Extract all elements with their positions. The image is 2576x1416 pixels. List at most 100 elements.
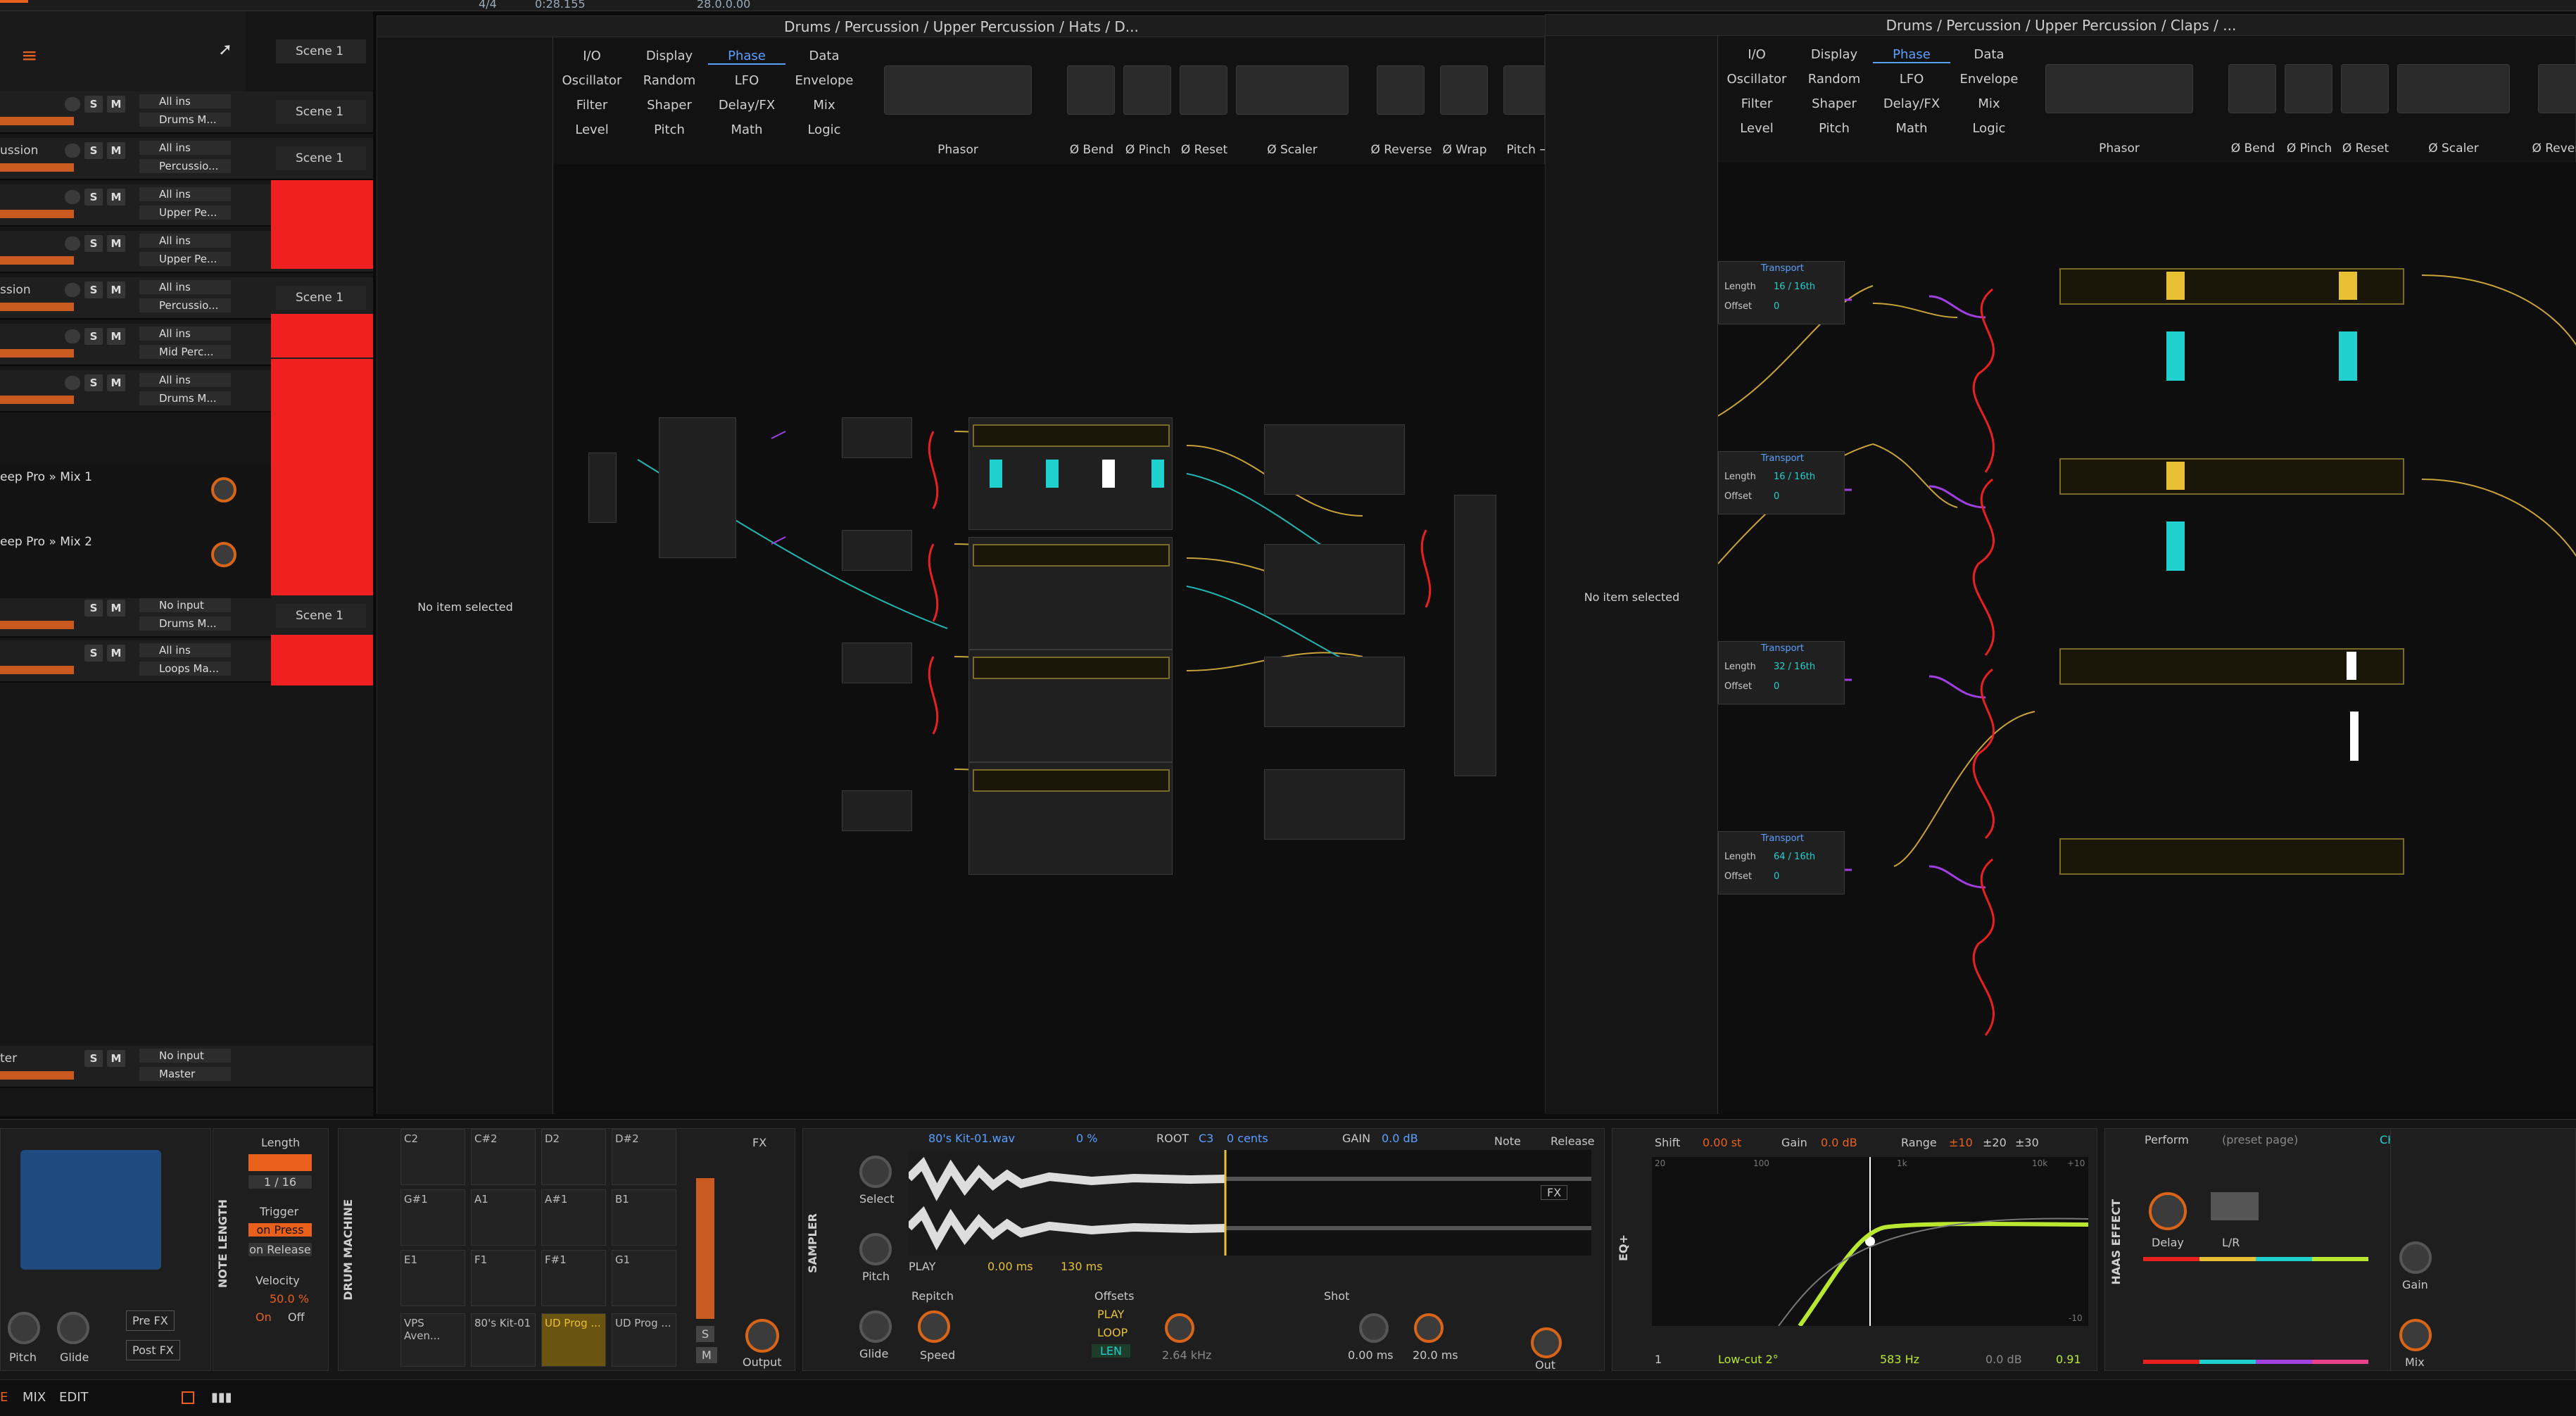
menu-icon[interactable]: ≡: [21, 44, 37, 67]
solo-button[interactable]: S: [84, 328, 103, 345]
scene-launcher[interactable]: Scene 1: [276, 39, 366, 63]
module-thumbnail[interactable]: [2228, 64, 2276, 113]
sample-file[interactable]: 80's Kit-01.wav: [928, 1132, 1015, 1145]
on-press-button[interactable]: on Press: [248, 1223, 312, 1237]
master-output[interactable]: Master: [139, 1067, 231, 1081]
transport-block[interactable]: Transport Length 16 / 16th Offset 0: [1718, 261, 1845, 324]
step-row[interactable]: [973, 657, 1170, 679]
offset-value[interactable]: 0: [1774, 871, 1779, 882]
category-tab[interactable]: Mix: [785, 98, 863, 113]
step-row[interactable]: [973, 769, 1170, 792]
release-tab[interactable]: Release: [1551, 1134, 1595, 1148]
filter-freq-knob[interactable]: [1165, 1313, 1194, 1343]
drum-pad[interactable]: A1: [471, 1189, 536, 1246]
output-block[interactable]: [1454, 495, 1496, 776]
gain-knob[interactable]: [2399, 1241, 2432, 1274]
drum-pad[interactable]: D#2: [612, 1129, 676, 1185]
pre-fx-button[interactable]: Pre FX: [126, 1310, 175, 1331]
record-arm-button[interactable]: [65, 236, 80, 251]
track-input[interactable]: No input: [139, 598, 231, 612]
clip-block[interactable]: [271, 635, 373, 685]
track-input[interactable]: All ins: [139, 187, 231, 201]
scene-launcher[interactable]: Scene 1: [276, 286, 366, 310]
solo-button[interactable]: S: [84, 374, 103, 391]
cents-value[interactable]: 0 cents: [1227, 1132, 1268, 1145]
drum-pad[interactable]: C#2: [471, 1129, 536, 1185]
drum-slot[interactable]: 80's Kit-01: [471, 1313, 536, 1367]
transport-block[interactable]: [842, 417, 912, 458]
step-row[interactable]: [973, 544, 1170, 567]
track-output[interactable]: Loops Ma...: [139, 662, 231, 676]
track-output[interactable]: Upper Pe...: [139, 252, 231, 266]
length-value[interactable]: 16 / 16th: [1774, 282, 1815, 292]
solo-button[interactable]: S: [84, 282, 103, 298]
solo-button[interactable]: S: [84, 189, 103, 206]
record-arm-button[interactable]: [65, 190, 80, 204]
module-thumbnail[interactable]: [1067, 65, 1115, 115]
track-row[interactable]: S M No input Drums M... Scene 1: [0, 595, 373, 638]
start-value[interactable]: 0.00 ms: [987, 1260, 1033, 1273]
module-thumbnail[interactable]: [884, 65, 1032, 115]
drum-pad[interactable]: G1: [612, 1250, 676, 1306]
category-tab[interactable]: LFO: [708, 73, 785, 88]
length-division[interactable]: 1 / 16: [248, 1175, 312, 1189]
drum-pad[interactable]: D2: [541, 1129, 606, 1185]
drum-slot[interactable]: UD Prog ...: [541, 1313, 606, 1367]
module-thumbnail[interactable]: [1440, 65, 1488, 115]
drum-pad[interactable]: A#1: [541, 1189, 606, 1246]
track-input[interactable]: All ins: [139, 327, 231, 341]
glide-knob[interactable]: [57, 1312, 89, 1344]
track-input[interactable]: All ins: [139, 234, 231, 248]
clip-block[interactable]: [271, 180, 373, 269]
length-value[interactable]: 32 / 16th: [1774, 662, 1815, 672]
root-value[interactable]: C3: [1199, 1132, 1213, 1145]
step-row-claps-4[interactable]: [2059, 838, 2404, 875]
adsr-block[interactable]: [1264, 769, 1405, 840]
category-tab[interactable]: Random: [1795, 72, 1873, 87]
length-mode-button[interactable]: [248, 1154, 312, 1171]
track-output[interactable]: Upper Pe...: [139, 206, 231, 220]
category-tab[interactable]: Oscillator: [1718, 72, 1795, 87]
note-tab[interactable]: Note: [1494, 1134, 1521, 1148]
sampler-fx-button[interactable]: FX: [1541, 1185, 1568, 1200]
eq-range-20[interactable]: ±20: [1983, 1136, 2007, 1149]
module-thumbnail[interactable]: [1123, 65, 1171, 115]
category-tab[interactable]: Filter: [1718, 96, 1795, 111]
offset-value[interactable]: 0: [1774, 681, 1779, 692]
category-tab[interactable]: Shaper: [1795, 96, 1873, 111]
category-tabs-2[interactable]: I/O Oscillator Filter Level Display Random Sha…: [1718, 47, 2028, 146]
on-release-button[interactable]: on Release: [248, 1243, 312, 1256]
track-row[interactable]: S M All ins Drums M... Scene 1: [0, 91, 373, 134]
drum-mute-button[interactable]: M: [696, 1347, 717, 1363]
transport-block[interactable]: Transport Length 32 / 16th Offset 0: [1718, 641, 1845, 704]
solo-button[interactable]: S: [84, 96, 103, 113]
eq-filter-type[interactable]: Low-cut 2°: [1718, 1353, 1779, 1366]
module-thumbnail[interactable]: [1236, 65, 1349, 115]
track-input[interactable]: All ins: [139, 94, 231, 108]
record-arm-button[interactable]: [65, 376, 80, 390]
category-tab[interactable]: Filter: [553, 98, 631, 113]
drum-pad[interactable]: F1: [471, 1250, 536, 1306]
drum-pad[interactable]: F#1: [541, 1250, 606, 1306]
mix-knob[interactable]: [2399, 1319, 2432, 1351]
drum-pad[interactable]: C2: [400, 1129, 465, 1185]
track-output[interactable]: Percussio...: [139, 298, 231, 312]
mute-button[interactable]: M: [107, 235, 125, 252]
module-thumbnail[interactable]: [2285, 64, 2332, 113]
record-arm-button[interactable]: [65, 97, 80, 111]
grid-canvas-1[interactable]: [553, 164, 1546, 1114]
eq-gain-value[interactable]: 0.0 dB: [1821, 1136, 1857, 1149]
drum-slot[interactable]: VPS Aven...: [400, 1313, 465, 1367]
step-row-claps-2[interactable]: [2059, 458, 2404, 495]
note-in-block[interactable]: [588, 453, 617, 523]
drum-pad[interactable]: G#1: [400, 1189, 465, 1246]
mute-button[interactable]: M: [107, 282, 125, 298]
velocity-value[interactable]: 50.0 %: [270, 1292, 309, 1306]
category-tab[interactable]: Data: [785, 49, 863, 63]
record-arm-button[interactable]: [65, 144, 80, 158]
module-thumbnail[interactable]: [1503, 65, 1551, 115]
speed-knob[interactable]: [918, 1310, 950, 1343]
gain-value[interactable]: 0.0 dB: [1382, 1132, 1418, 1145]
module-thumbnail[interactable]: [2341, 64, 2389, 113]
category-tab[interactable]: Pitch: [631, 122, 708, 137]
